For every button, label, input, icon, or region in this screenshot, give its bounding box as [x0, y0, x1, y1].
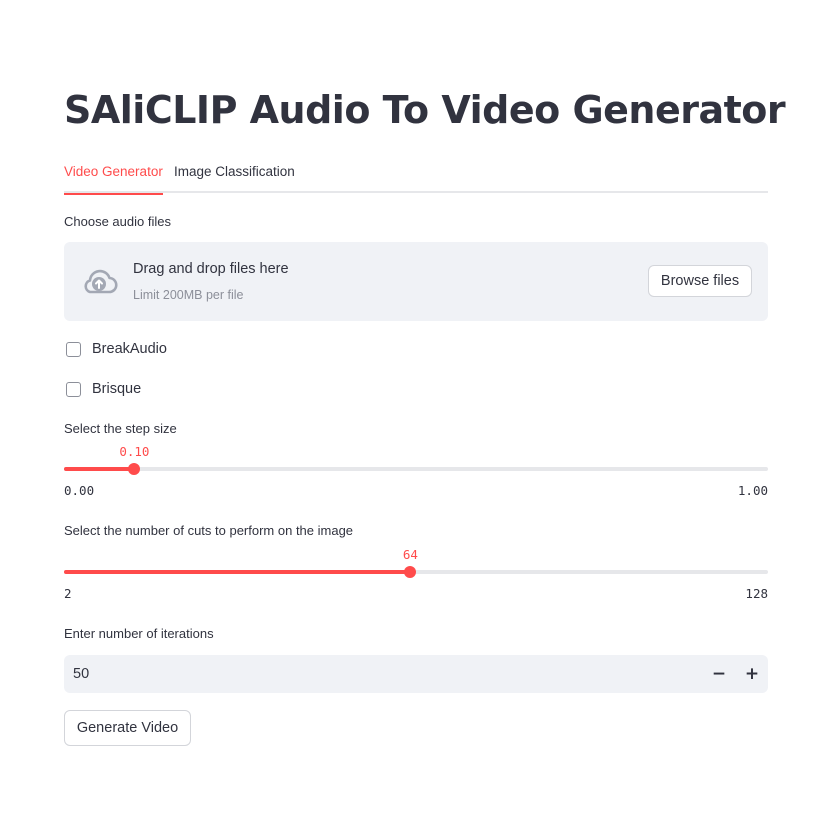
checkbox-label-brisque: Brisque [92, 381, 142, 397]
slider-current-value: 0.10 [119, 444, 150, 459]
slider-track[interactable] [64, 467, 768, 471]
slider-max-label: 128 [745, 586, 768, 601]
slider-fill [64, 467, 135, 471]
dropzone-size-limit: Limit 200MB per file [133, 288, 244, 302]
decrement-button[interactable]: − [703, 655, 735, 693]
slider-min-label: 0.00 [64, 483, 95, 498]
checkbox-breakaudio[interactable]: BreakAudio [64, 337, 167, 361]
cuts-label: Select the number of cuts to perform on … [64, 523, 354, 538]
checkbox-box[interactable] [66, 341, 81, 357]
slider-fill [64, 570, 411, 574]
cuts-slider[interactable]: 64 2 128 [64, 547, 768, 630]
file-dropzone[interactable]: Drag and drop files here Limit 200MB per… [64, 242, 768, 321]
increment-button[interactable]: + [736, 655, 768, 693]
checkbox-box[interactable] [66, 381, 81, 397]
checkbox-brisque[interactable]: Brisque [64, 377, 141, 401]
step-size-label: Select the step size [64, 421, 177, 436]
tab-image-classification[interactable]: Image Classification [174, 160, 295, 193]
slider-current-value: 64 [402, 547, 418, 562]
tab-video-generator[interactable]: Video Generator [64, 160, 163, 195]
slider-max-label: 1.00 [737, 483, 768, 498]
slider-thumb[interactable] [128, 463, 141, 475]
checkbox-label-breakaudio: BreakAudio [92, 341, 167, 357]
tab-bar: Video Generator Image Classification [64, 160, 768, 195]
browse-files-button[interactable]: Browse files [648, 265, 752, 297]
uploader-label: Choose audio files [64, 214, 171, 229]
slider-thumb[interactable] [404, 566, 417, 578]
slider-min-label: 2 [64, 586, 72, 601]
page-title: SAliCLIP Audio To Video Generator [64, 88, 786, 132]
dropzone-title: Drag and drop files here [133, 261, 289, 277]
generate-video-button[interactable]: Generate Video [64, 710, 191, 746]
iterations-field[interactable] [64, 655, 664, 693]
iterations-label: Enter number of iterations [64, 626, 214, 641]
iterations-number-input: − + [64, 655, 768, 693]
step-size-slider[interactable]: 0.10 0.00 1.00 [64, 444, 768, 527]
cloud-upload-icon [84, 269, 118, 294]
